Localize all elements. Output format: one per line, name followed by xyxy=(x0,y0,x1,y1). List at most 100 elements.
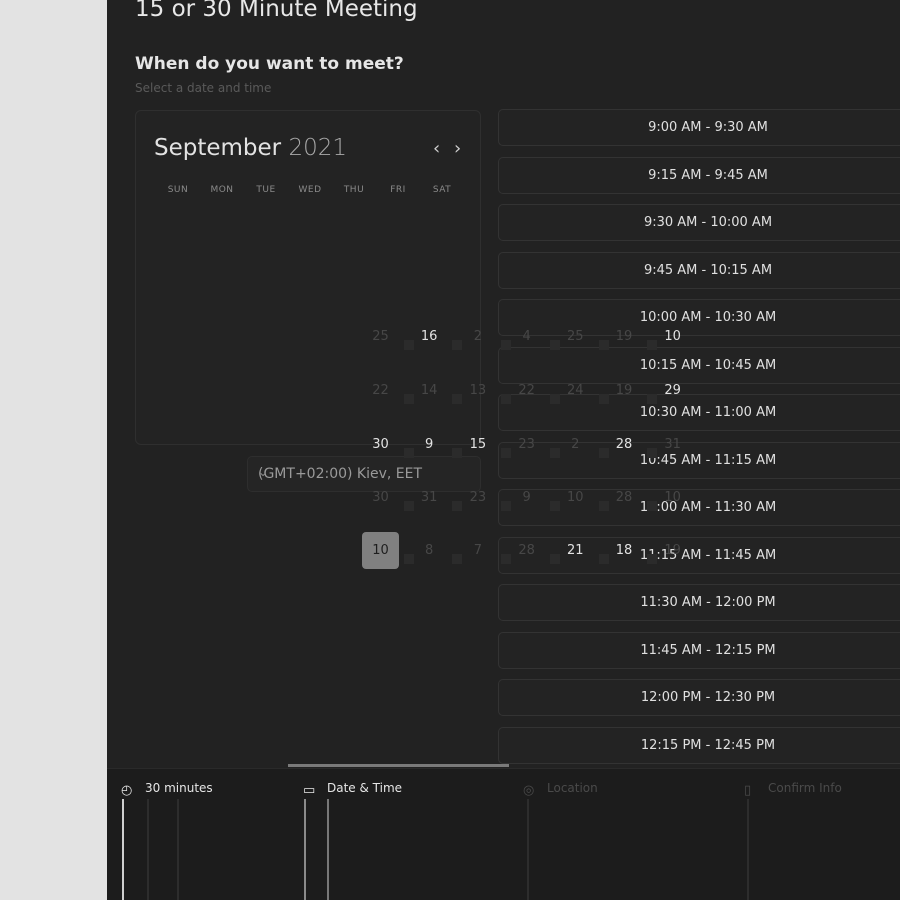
time-slot[interactable]: 9:45 AM - 10:15 AM xyxy=(498,251,900,289)
grid-tile xyxy=(598,554,609,564)
weekday-fri: FRI xyxy=(390,185,406,195)
grid-tile xyxy=(452,448,463,458)
step-track xyxy=(304,799,306,900)
prev-month-button[interactable]: ‹ xyxy=(433,138,440,159)
calendar-icon: ▭ xyxy=(303,783,316,798)
calendar-day[interactable]: 10 xyxy=(654,318,691,355)
calendar-day[interactable]: 28 xyxy=(508,532,545,569)
calendar-day[interactable]: 2 xyxy=(459,318,496,355)
grid-tile xyxy=(647,448,658,458)
step-track xyxy=(177,799,179,900)
question-subtitle: Select a date and time xyxy=(135,81,272,95)
calendar-day[interactable]: 10 xyxy=(362,532,399,569)
year: 2021 xyxy=(288,135,347,161)
weekday-sun: SUN xyxy=(167,185,189,195)
step-track xyxy=(122,799,124,900)
step-progress-bar xyxy=(288,764,509,767)
grid-tile xyxy=(403,340,414,350)
calendar-day[interactable]: 16 xyxy=(411,318,448,355)
calendar-day[interactable]: 25 xyxy=(557,318,594,355)
calendar-month-title: September 2021 xyxy=(154,135,347,161)
step-bar: ◴ 30 minutes ▭ Date & Time ◎ Location ▯ … xyxy=(107,768,900,900)
weekday-header: SUN MON TUE WED THU FRI SAT xyxy=(156,185,464,195)
grid-tile xyxy=(452,340,463,350)
step-label: Date & Time xyxy=(327,781,403,795)
calendar-day[interactable]: 2 xyxy=(557,426,594,463)
calendar-day[interactable]: 28 xyxy=(606,426,643,463)
grid-tile xyxy=(647,554,658,564)
weekday-tue: TUE xyxy=(256,185,276,195)
day-grid-overlay: 25 16 2 4 25 19 10 22 14 13 22 24 19 29 30 9 15 23 2 28 31 30… xyxy=(362,310,705,582)
calendar-day[interactable]: 15 xyxy=(459,426,496,463)
calendar-day[interactable]: 13 xyxy=(459,372,496,409)
calendar-day[interactable]: 8 xyxy=(411,532,448,569)
grid-tile xyxy=(403,394,414,404)
calendar-day[interactable]: 25 xyxy=(362,318,399,355)
grid-tile xyxy=(598,448,609,458)
question-heading: When do you want to meet? xyxy=(135,54,404,74)
grid-tile xyxy=(452,554,463,564)
calendar-day[interactable]: 19 xyxy=(606,318,643,355)
time-slot[interactable]: 11:30 AM - 12:00 PM xyxy=(498,584,900,621)
step-label: Confirm Info xyxy=(768,781,842,795)
weekday-wed: WED xyxy=(298,185,322,195)
grid-tile xyxy=(452,501,463,511)
calendar-day[interactable]: 19 xyxy=(606,372,643,409)
time-slot[interactable]: 9:15 AM - 9:45 AM xyxy=(498,156,900,194)
calendar-day[interactable]: 28 xyxy=(606,479,643,516)
time-slot[interactable]: 11:45 AM - 12:15 PM xyxy=(498,631,900,669)
page-title: 15 or 30 Minute Meeting xyxy=(135,0,418,22)
calendar-day[interactable]: 14 xyxy=(411,372,448,409)
next-month-button[interactable]: › xyxy=(454,138,461,159)
clock-icon: ◴ xyxy=(121,783,133,798)
grid-tile xyxy=(501,448,512,458)
time-slot[interactable]: 12:00 PM - 12:30 PM xyxy=(498,679,900,716)
grid-tile xyxy=(403,554,414,564)
calendar-day[interactable]: 22 xyxy=(508,372,545,409)
grid-tile xyxy=(647,340,658,350)
calendar-day[interactable]: 30 xyxy=(362,426,399,463)
grid-tile xyxy=(501,394,512,404)
grid-tile xyxy=(549,501,560,511)
grid-tile xyxy=(549,554,560,564)
calendar-day[interactable]: 19 xyxy=(654,532,691,569)
calendar-day[interactable]: 31 xyxy=(654,426,691,463)
step-track xyxy=(327,799,329,900)
calendar-day[interactable]: 18 xyxy=(606,532,643,569)
step-track xyxy=(747,799,749,900)
calendar-day[interactable]: 22 xyxy=(362,372,399,409)
location-pin-icon: ◎ xyxy=(523,783,535,798)
grid-tile xyxy=(647,394,658,404)
grid-tile xyxy=(403,501,414,511)
calendar-day[interactable]: 10 xyxy=(654,479,691,516)
grid-tile xyxy=(501,554,512,564)
calendar-day[interactable]: 29 xyxy=(654,372,691,409)
calendar-day[interactable]: 23 xyxy=(459,479,496,516)
calendar-day[interactable]: 30 xyxy=(362,479,399,516)
time-slot[interactable]: 9:30 AM - 10:00 AM xyxy=(498,204,900,241)
calendar-day[interactable]: 7 xyxy=(459,532,496,569)
calendar-day[interactable]: 24 xyxy=(557,372,594,409)
calendar-day[interactable]: 21 xyxy=(557,532,594,569)
calendar-day[interactable]: 23 xyxy=(508,426,545,463)
grid-tile xyxy=(403,448,414,458)
grid-tile xyxy=(501,340,512,350)
grid-tile xyxy=(598,394,609,404)
step-track xyxy=(527,799,529,900)
scheduler-panel: 15 or 30 Minute Meeting When do you want… xyxy=(107,0,900,900)
grid-tile xyxy=(549,340,560,350)
grid-tile xyxy=(598,501,609,511)
calendar-day[interactable]: 31 xyxy=(411,479,448,516)
weekday-mon: MON xyxy=(210,185,234,195)
step-track xyxy=(147,799,149,900)
month-name: September xyxy=(154,135,282,161)
step-label: Location xyxy=(547,781,598,795)
calendar-day[interactable]: 10 xyxy=(557,479,594,516)
calendar-day[interactable]: 9 xyxy=(508,479,545,516)
weekday-thu: THU xyxy=(343,185,365,195)
grid-tile xyxy=(598,340,609,350)
time-slot[interactable]: 9:00 AM - 9:30 AM xyxy=(498,109,900,146)
calendar-day[interactable]: 4 xyxy=(508,318,545,355)
time-slot[interactable]: 12:15 PM - 12:45 PM xyxy=(498,726,900,764)
calendar-day[interactable]: 9 xyxy=(411,426,448,463)
